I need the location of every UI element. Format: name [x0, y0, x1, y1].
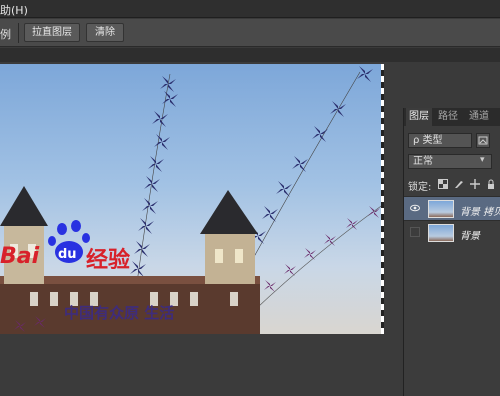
- selection-marquee-right: [381, 64, 384, 334]
- lock-all-icon[interactable]: [486, 179, 496, 189]
- baidu-logo-bai: Bai: [0, 244, 40, 269]
- layer-thumbnail: [428, 224, 454, 242]
- layer-filter-select[interactable]: ρ 类型: [408, 133, 472, 148]
- menu-help[interactable]: 助(H): [0, 2, 28, 18]
- tab-channels[interactable]: 通道: [464, 108, 494, 126]
- baidu-logo-du: du: [58, 247, 77, 262]
- document-tab-strip: [0, 48, 500, 62]
- image-filter-icon[interactable]: [476, 133, 490, 148]
- baidu-logo-jingyan: 经验: [86, 248, 131, 273]
- layer-name: 背景 拷贝: [460, 207, 500, 218]
- options-label: 例: [0, 28, 11, 41]
- layer-row-background-copy[interactable]: 背景 拷贝: [404, 196, 500, 220]
- layer-name: 背景: [460, 231, 480, 242]
- watermark-caption: 中国有众原 生活: [64, 304, 175, 322]
- chevron-down-icon: ▾: [480, 155, 485, 165]
- tab-layers[interactable]: 图层: [406, 108, 432, 126]
- image-canvas[interactable]: Bai du 经验 中国有众原 生活: [0, 64, 384, 334]
- layer-thumbnail: [428, 200, 454, 218]
- eye-icon[interactable]: [410, 203, 420, 213]
- tab-paths[interactable]: 路径: [434, 108, 462, 126]
- layers-panel: 图层 路径 通道 ρ 类型 正常 ▾ 锁定: 背景 拷贝 背景: [403, 108, 500, 396]
- visibility-toggle-empty[interactable]: [410, 227, 420, 237]
- photo-scene: [0, 66, 384, 334]
- lock-row: 锁定:: [408, 177, 500, 193]
- clear-button[interactable]: 清除: [86, 23, 124, 42]
- lock-brush-icon[interactable]: [454, 179, 464, 189]
- menu-bar: 助(H): [0, 0, 500, 18]
- options-bar: 例 拉直图层 清除: [0, 19, 500, 47]
- straighten-layer-button[interactable]: 拉直图层: [24, 23, 80, 42]
- lock-transparent-icon[interactable]: [438, 179, 448, 189]
- panel-tabs: 图层 路径 通道: [404, 108, 500, 126]
- lock-label: 锁定:: [408, 182, 432, 193]
- layer-row-background[interactable]: 背景: [404, 220, 500, 244]
- lock-move-icon[interactable]: [470, 179, 480, 189]
- options-separator: [18, 23, 19, 43]
